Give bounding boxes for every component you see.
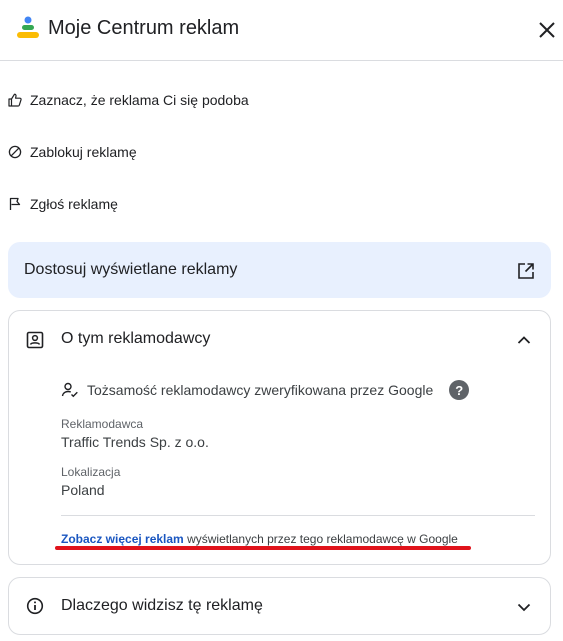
verified-text: Tożsamość reklamodawcy zweryfikowana prz…: [87, 382, 434, 398]
location-label: Lokalizacja: [61, 465, 121, 479]
block-ad-button[interactable]: Zablokuj reklamę: [8, 138, 137, 166]
see-more-ads-link[interactable]: Zobacz więcej reklam: [61, 532, 184, 546]
advertiser-name: Traffic Trends Sp. z o.o.: [61, 434, 209, 450]
chevron-up-icon[interactable]: [516, 332, 532, 348]
verified-identity: Tożsamość reklamodawcy zweryfikowana prz…: [61, 380, 470, 400]
advertiser-card-title: O tym reklamodawcy: [61, 330, 211, 347]
why-this-ad-card[interactable]: Dlaczego widzisz tę reklamę: [8, 577, 551, 635]
report-ad-button[interactable]: Zgłoś reklamę: [8, 190, 118, 218]
why-this-ad-title: Dlaczego widzisz tę reklamę: [61, 597, 263, 614]
red-annotation-underline: [55, 546, 471, 550]
like-ad-button[interactable]: Zaznacz, że reklama Ci się podoba: [8, 86, 249, 114]
verified-person-icon: [61, 382, 78, 398]
see-more-ads-text: wyświetlanych przez tego reklamodawcę w …: [183, 532, 458, 546]
block-icon: [8, 145, 22, 159]
advertiser-card-header[interactable]: O tym reklamodawcy: [9, 311, 550, 369]
customize-ads-button[interactable]: Dostosuj wyświetlane reklamy: [8, 242, 551, 298]
flag-icon: [9, 197, 21, 210]
advertiser-label: Reklamodawca: [61, 417, 144, 431]
like-ad-label: Zaznacz, że reklama Ci się podoba: [30, 92, 249, 108]
see-more-ads: Zobacz więcej reklam wyświetlanych przez…: [61, 532, 458, 546]
help-icon[interactable]: ?: [449, 380, 470, 400]
chevron-down-icon[interactable]: [516, 599, 532, 615]
report-ad-label: Zgłoś reklamę: [30, 196, 118, 212]
customize-ads-label: Dostosuj wyświetlane reklamy: [24, 261, 238, 278]
page-title: Moje Centrum reklam: [48, 17, 240, 39]
header: Moje Centrum reklam: [0, 0, 563, 61]
block-ad-label: Zablokuj reklamę: [30, 144, 137, 160]
location-value: Poland: [61, 482, 105, 498]
divider: [61, 515, 535, 516]
advertiser-card: O tym reklamodawcy Tożsamość reklamodawc…: [8, 310, 551, 565]
close-icon[interactable]: [536, 19, 558, 41]
my-ad-center-logo: [17, 16, 39, 38]
account-box-icon: [26, 331, 44, 349]
info-icon: [26, 597, 44, 615]
thumb-up-icon: [8, 93, 22, 107]
open-in-new-icon: [518, 263, 534, 279]
